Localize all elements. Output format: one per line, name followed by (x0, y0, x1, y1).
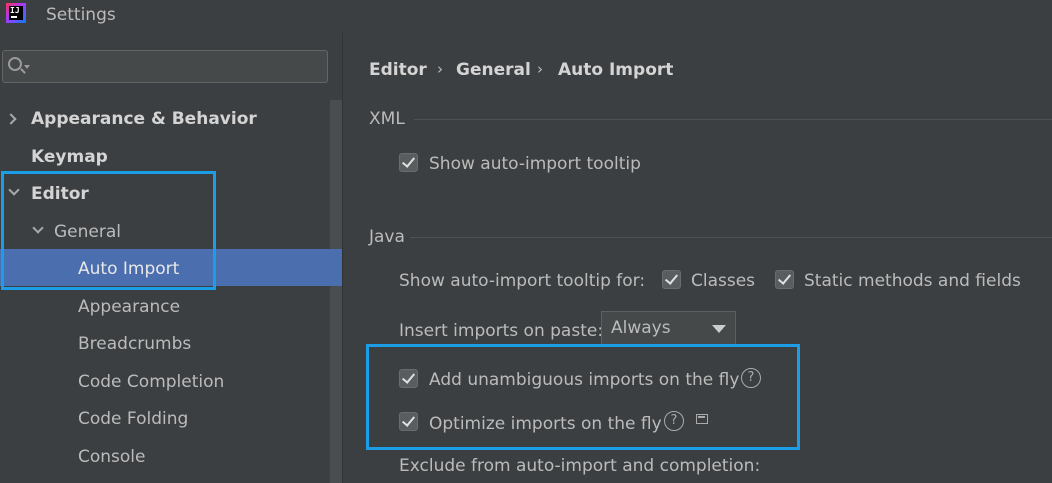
insert-on-paste-select[interactable]: Always (601, 311, 736, 346)
sidebar-item-console[interactable]: Console (78, 438, 146, 476)
classes-label[interactable]: Classes (691, 271, 755, 291)
classes-checkbox[interactable] (662, 270, 681, 289)
search-icon[interactable] (8, 57, 22, 71)
sidebar-item-code-folding[interactable]: Code Folding (78, 400, 188, 438)
sidebar-scrollbar[interactable] (330, 100, 342, 483)
section-separator (410, 237, 1052, 238)
sidebar-item-breadcrumbs[interactable]: Breadcrumbs (78, 325, 191, 363)
insert-on-paste-value: Always (611, 318, 671, 338)
breadcrumb-general[interactable]: General (456, 60, 531, 80)
breadcrumb-separator: › (437, 60, 443, 78)
tooltip-for-label: Show auto-import tooltip for: (399, 271, 646, 291)
panel-divider[interactable] (342, 33, 343, 483)
show-tooltip-xml-label[interactable]: Show auto-import tooltip (429, 154, 641, 174)
breadcrumb-auto-import: Auto Import (558, 60, 674, 80)
search-input[interactable] (2, 50, 328, 83)
sidebar-item-code-completion[interactable]: Code Completion (78, 363, 224, 401)
insert-on-paste-label: Insert imports on paste: (399, 321, 604, 341)
window-title: Settings (46, 5, 116, 25)
dropdown-arrow-icon (712, 325, 726, 333)
section-title-xml: XML (369, 109, 405, 129)
static-methods-checkbox[interactable] (775, 270, 794, 289)
highlight-box-imports-on-the-fly (366, 344, 800, 450)
sidebar-item-appearance[interactable]: Appearance (78, 288, 180, 326)
breadcrumb-separator: › (537, 60, 543, 78)
intellij-logo-icon: IJ (6, 3, 26, 23)
section-separator (414, 119, 1052, 120)
search-history-dropdown-icon[interactable] (24, 65, 30, 69)
title-bar (0, 0, 1052, 33)
breadcrumb-editor[interactable]: Editor (369, 60, 427, 80)
show-tooltip-xml-checkbox[interactable] (399, 153, 418, 172)
highlight-box-editor-auto-import (1, 171, 216, 290)
section-title-java: Java (369, 227, 405, 247)
sidebar-item-appearance-behavior[interactable]: Appearance & Behavior (31, 100, 257, 138)
exclude-label: Exclude from auto-import and completion: (399, 456, 761, 476)
static-methods-label[interactable]: Static methods and fields (804, 271, 1021, 291)
